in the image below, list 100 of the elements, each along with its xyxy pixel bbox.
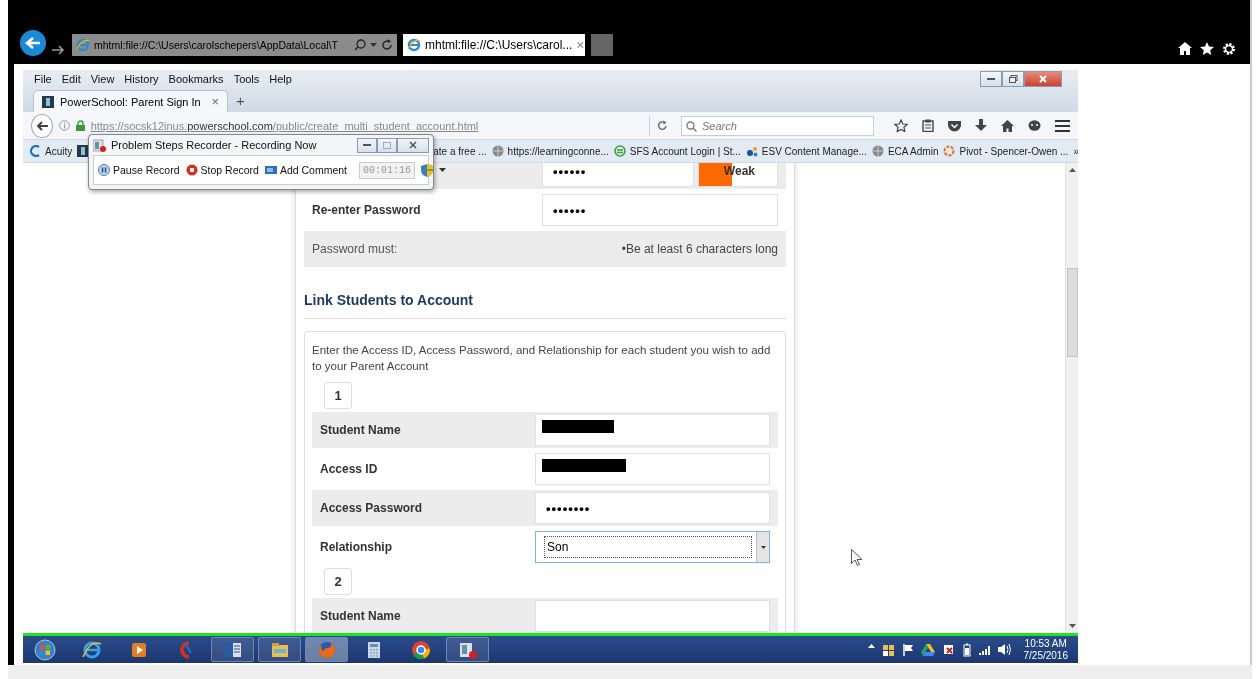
volume-icon[interactable] (997, 642, 1011, 657)
address-text: mhtml:file://C:\Users\carolschepers\AppData\Local\T (94, 39, 339, 51)
maximize-button[interactable] (1002, 71, 1024, 87)
menu-icon[interactable] (1055, 119, 1070, 132)
password-dots: •••••• (553, 202, 587, 218)
taskbar-button[interactable] (258, 637, 301, 662)
scroll-down-icon[interactable] (1068, 624, 1076, 628)
bookmark-link[interactable]: Acuity (45, 145, 73, 157)
recorder-button[interactable]: Add Comment (264, 164, 348, 176)
minimize-button[interactable] (980, 71, 1002, 87)
input-field[interactable]: •••••• (542, 194, 778, 226)
field-label: Student Name (319, 609, 402, 623)
scrollbar-thumb[interactable] (1066, 268, 1078, 357)
dropdown[interactable]: Son (535, 531, 770, 563)
browser-icon (409, 638, 432, 661)
bookmark-link[interactable]: https://learningconne... (507, 145, 609, 157)
shield-icon[interactable] (421, 163, 434, 177)
forward-arrow-icon[interactable] (52, 44, 66, 56)
site-logo-icon[interactable] (77, 145, 90, 157)
globe-icon[interactable] (491, 145, 504, 157)
menu-item[interactable]: Tools (232, 73, 261, 85)
close-tab-button[interactable]: × (576, 37, 585, 53)
password-dots: •••••• (553, 163, 587, 179)
refresh-icon[interactable] (381, 39, 393, 51)
star-icon[interactable] (894, 119, 908, 132)
menu-item[interactable]: History (123, 73, 160, 85)
browser-tab[interactable]: PowerSchool: Parent Sign In × (33, 90, 228, 112)
browser-tab[interactable]: mhtml:file://C:\Users\carol... × (403, 34, 585, 56)
minimize-button[interactable] (357, 137, 377, 153)
back-button[interactable] (31, 113, 53, 138)
recorder-button[interactable]: Pause Record (98, 164, 180, 176)
bookmark-link[interactable]: ECA Admin (887, 145, 939, 157)
home-icon[interactable] (1001, 119, 1014, 132)
windows-logo-icon (33, 638, 56, 661)
caret-icon (760, 545, 766, 549)
triangle-drive-icon[interactable] (920, 642, 935, 657)
minimize-icon (363, 143, 371, 147)
pocket-icon[interactable] (948, 119, 961, 132)
lock-icon (75, 120, 85, 131)
info-icon (58, 120, 70, 131)
menu-item[interactable]: File (33, 73, 53, 85)
close-icon (1039, 75, 1047, 83)
elapsed-timer: 00:01:16 (359, 161, 416, 179)
field-label: Student Name (319, 423, 402, 437)
search-icon[interactable] (354, 39, 366, 51)
menu-item[interactable]: View (89, 73, 116, 85)
search-icon (686, 120, 697, 132)
mouse-pointer-icon (851, 549, 862, 566)
download-icon[interactable] (975, 119, 987, 132)
back-button[interactable] (20, 30, 46, 56)
menu-item[interactable]: Help (268, 73, 293, 85)
bookmark-link[interactable]: Pivot - Spencer-Owen ... (959, 145, 1069, 157)
input-field[interactable] (535, 453, 770, 485)
input-field[interactable] (535, 414, 770, 446)
close-button[interactable] (397, 137, 429, 153)
input-field[interactable]: •••••••• (535, 492, 770, 524)
clock-time[interactable]: 10:53 AM (1024, 637, 1067, 650)
restore-icon (1008, 75, 1018, 83)
address-bar[interactable]: mhtml:file://C:\Users\carolschepers\AppData\Local\T (72, 34, 397, 56)
dropdown-value: Son (544, 536, 752, 558)
menu-item[interactable]: Edit (60, 73, 82, 85)
bookmark-link[interactable]: ESV Content Manage... (761, 145, 867, 157)
caret-icon[interactable] (439, 168, 447, 172)
windows-flag-icon[interactable] (881, 642, 895, 657)
flag-icon[interactable] (901, 642, 914, 657)
url-text[interactable]: https://socsk12inus.powerschool.com/public/create_multi_student_account.html (90, 119, 503, 132)
close-icon (409, 141, 417, 149)
scroll-up-icon[interactable] (1068, 168, 1076, 172)
recorder-button[interactable]: Stop Record (185, 164, 259, 176)
battery-icon[interactable] (961, 642, 972, 657)
close-tab-button[interactable]: × (211, 94, 219, 109)
bookmark-link[interactable]: ate a free ... (433, 145, 487, 157)
student-number: 1 (324, 382, 352, 409)
instructions-text: Enter the Access ID, Access Password, and Relationship for each student you wish to add to your Parent Account (312, 343, 772, 374)
close-button[interactable] (1024, 71, 1062, 87)
search-field[interactable]: Search (681, 115, 874, 136)
globe-icon[interactable] (871, 145, 884, 157)
requirement-text: •Be at least 6 characters long (620, 242, 779, 256)
field-label: Relationship (319, 540, 393, 554)
site-logo-icon[interactable] (745, 145, 758, 157)
new-tab-button[interactable]: + (228, 92, 253, 112)
bookmark-link[interactable]: SFS Account Login | St... (629, 145, 741, 157)
more-bookmarks-button[interactable]: » (1073, 145, 1078, 157)
browser-logo-icon (407, 38, 421, 52)
star-icon[interactable] (1200, 42, 1214, 55)
home-icon[interactable] (1178, 42, 1192, 55)
clock-date[interactable]: 7/25/2016 (1023, 649, 1068, 662)
taskbar-button[interactable] (211, 637, 254, 662)
pause-icon (98, 164, 110, 176)
input-field[interactable]: •••••• (542, 163, 694, 187)
input-field[interactable] (535, 600, 770, 632)
settings-icon[interactable] (1222, 42, 1236, 56)
menu-item[interactable]: Bookmarks (167, 73, 225, 85)
recorder-icon (93, 138, 106, 152)
scrollbar[interactable] (1065, 163, 1078, 633)
reload-icon (657, 120, 668, 131)
clipboard-icon[interactable] (922, 119, 934, 132)
chat-icon[interactable] (1028, 119, 1041, 132)
taskbar-button[interactable] (446, 637, 489, 662)
field-label: Re-enter Password (311, 203, 422, 217)
